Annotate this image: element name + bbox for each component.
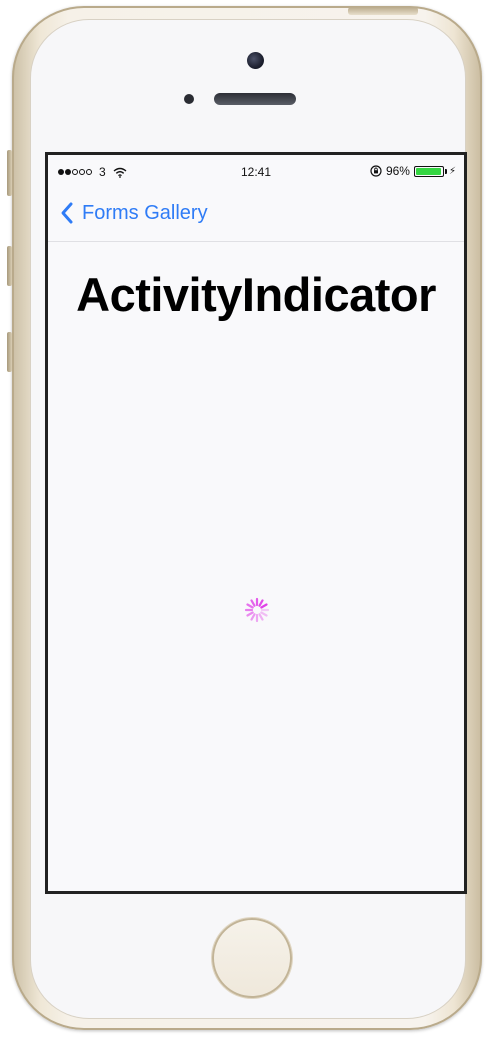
screen: 3 12:41 96% ⚡ Forms Gallery ActivityIndi…: [45, 152, 467, 894]
battery-icon: [413, 165, 444, 177]
back-button-label: Forms Gallery: [82, 201, 208, 224]
spinner-spoke: [260, 603, 268, 609]
spinner-spoke: [260, 611, 268, 617]
spinner-spoke: [258, 599, 264, 607]
battery-fill: [415, 167, 441, 175]
battery-percent: 96%: [385, 164, 410, 178]
spinner-spoke: [250, 613, 256, 621]
volume-up-button: [7, 246, 12, 286]
volume-down-button: [7, 332, 12, 372]
earpiece-speaker: [214, 93, 296, 105]
back-button[interactable]: Forms Gallery: [60, 201, 208, 225]
status-right: 96% ⚡: [370, 164, 456, 178]
mute-switch: [7, 150, 12, 196]
spinner-spoke: [258, 613, 264, 621]
spinner-spoke: [250, 599, 256, 607]
status-bar: 3 12:41 96% ⚡: [48, 155, 464, 189]
chevron-left-icon: [61, 202, 73, 224]
proximity-sensor: [184, 94, 194, 104]
activity-indicator: [244, 597, 270, 623]
front-camera: [247, 52, 264, 69]
rotation-lock-icon: [370, 165, 382, 177]
spinner-spoke: [246, 603, 254, 609]
bolt-icon: ⚡: [448, 165, 456, 177]
page-title: ActivityIndicator: [76, 268, 436, 321]
battery-tip: [444, 168, 447, 174]
home-button[interactable]: [212, 918, 292, 998]
navigation-bar: Forms Gallery: [48, 189, 464, 242]
spinner-spoke: [246, 611, 254, 617]
sleep-wake-button: [348, 7, 418, 15]
